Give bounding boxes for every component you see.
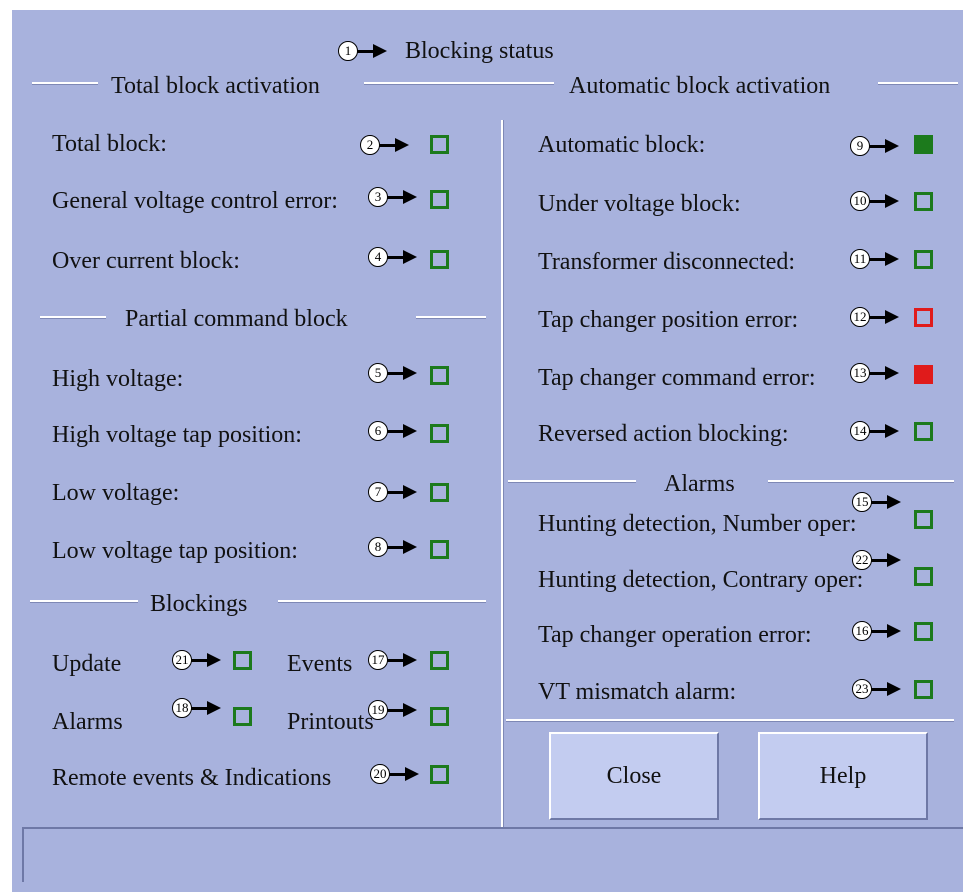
callout-number: 1 bbox=[338, 41, 358, 61]
label-events: Events bbox=[287, 651, 353, 677]
divider bbox=[768, 480, 954, 483]
dialog-title: Blocking status bbox=[405, 38, 554, 64]
indicator-printouts bbox=[430, 707, 449, 726]
label-printouts: Printouts bbox=[287, 709, 374, 735]
indicator-hunting-contrary-oper bbox=[914, 567, 933, 586]
label-transformer-disconnected: Transformer disconnected: bbox=[538, 249, 796, 275]
indicator-vt-mismatch-alarm bbox=[914, 680, 933, 699]
label-tap-changer-command-error: Tap changer command error: bbox=[538, 365, 816, 391]
indicator-tap-changer-command-error bbox=[914, 365, 933, 384]
divider bbox=[32, 82, 98, 85]
divider bbox=[30, 600, 138, 603]
indicator-low-voltage-tap-position bbox=[430, 540, 449, 559]
section-alarms: Alarms bbox=[664, 471, 735, 497]
indicator-reversed-action-blocking bbox=[914, 422, 933, 441]
label-under-voltage-block: Under voltage block: bbox=[538, 191, 741, 217]
label-over-current-block: Over current block: bbox=[52, 248, 240, 274]
label-general-voltage-control-error: General voltage control error: bbox=[52, 188, 338, 214]
label-high-voltage-tap-position: High voltage tap position: bbox=[52, 422, 302, 448]
indicator-update bbox=[233, 651, 252, 670]
label-remote-events: Remote events & Indications bbox=[52, 765, 332, 791]
label-low-voltage-tap-position: Low voltage tap position: bbox=[52, 538, 298, 564]
label-vt-mismatch-alarm: VT mismatch alarm: bbox=[538, 679, 737, 705]
indicator-tap-changer-position-error bbox=[914, 308, 933, 327]
divider bbox=[364, 82, 554, 85]
label-high-voltage: High voltage: bbox=[52, 366, 184, 392]
indicator-alarms bbox=[233, 707, 252, 726]
label-total-block: Total block: bbox=[52, 131, 167, 157]
label-tap-changer-position-error: Tap changer position error: bbox=[538, 307, 799, 333]
section-blockings: Blockings bbox=[150, 591, 248, 617]
label-automatic-block: Automatic block: bbox=[538, 132, 706, 158]
indicator-over-current-block bbox=[430, 250, 449, 269]
indicator-general-voltage-control-error bbox=[430, 190, 449, 209]
close-button[interactable]: Close bbox=[549, 732, 719, 820]
label-tap-changer-operation-error: Tap changer operation error: bbox=[538, 622, 812, 648]
indicator-transformer-disconnected bbox=[914, 250, 933, 269]
status-bar bbox=[22, 827, 963, 882]
section-total-block-activation: Total block activation bbox=[111, 73, 320, 99]
indicator-high-voltage bbox=[430, 366, 449, 385]
label-reversed-action-blocking: Reversed action blocking: bbox=[538, 421, 789, 447]
indicator-remote-events bbox=[430, 765, 449, 784]
indicator-tap-changer-operation-error bbox=[914, 622, 933, 641]
indicator-automatic-block bbox=[914, 135, 933, 154]
divider bbox=[40, 316, 106, 319]
help-button[interactable]: Help bbox=[758, 732, 928, 820]
divider bbox=[878, 82, 958, 85]
divider bbox=[278, 600, 486, 603]
label-alarms-blocking: Alarms bbox=[52, 709, 123, 735]
indicator-hunting-number-oper bbox=[914, 510, 933, 529]
section-partial-command-block: Partial command block bbox=[125, 306, 348, 332]
indicator-under-voltage-block bbox=[914, 192, 933, 211]
divider bbox=[508, 480, 636, 483]
indicator-events bbox=[430, 651, 449, 670]
divider bbox=[506, 719, 954, 722]
label-update: Update bbox=[52, 651, 122, 677]
blocking-status-dialog: 1 Blocking status Total block activation… bbox=[10, 8, 963, 892]
indicator-total-block bbox=[430, 135, 449, 154]
column-divider bbox=[501, 120, 504, 836]
divider bbox=[416, 316, 486, 319]
label-hunting-contrary-oper: Hunting detection, Contrary oper: bbox=[538, 567, 864, 593]
indicator-low-voltage bbox=[430, 483, 449, 502]
label-low-voltage: Low voltage: bbox=[52, 480, 180, 506]
indicator-high-voltage-tap-position bbox=[430, 424, 449, 443]
label-hunting-number-oper: Hunting detection, Number oper: bbox=[538, 511, 857, 537]
section-automatic-block-activation: Automatic block activation bbox=[569, 73, 831, 99]
